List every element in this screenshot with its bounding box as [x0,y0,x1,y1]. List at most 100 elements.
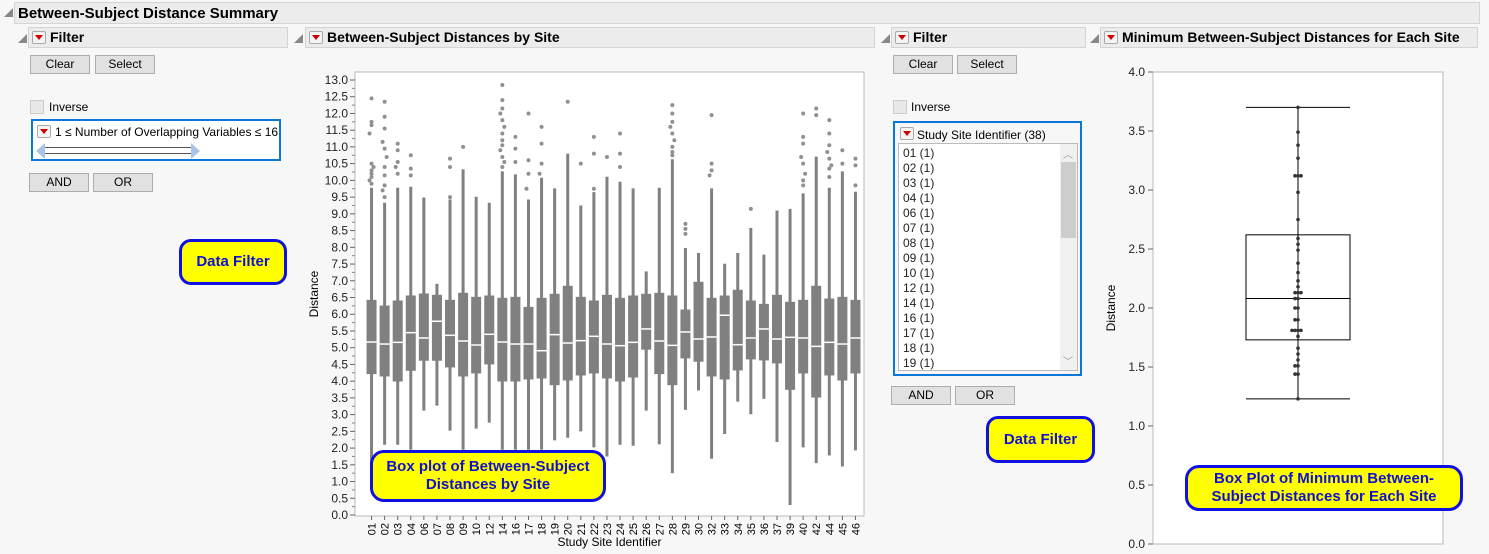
listbox-scrollbar[interactable]: ︿ ﹀ [1060,144,1077,370]
filter-collapse-icon[interactable] [881,34,890,43]
slider-left-handle[interactable] [36,143,45,159]
scroll-down-icon[interactable]: ﹀ [1063,353,1073,368]
data-point [1290,328,1294,333]
outlier-point [604,154,609,159]
select-button[interactable]: Select [95,55,155,74]
red-triangle-menu-icon[interactable] [309,31,323,44]
site-list-item[interactable]: 09 (1) [903,251,1077,266]
or-button[interactable]: OR [93,173,153,192]
site-list-item[interactable]: 04 (1) [903,191,1077,206]
x-tick-label: 04 [406,523,418,535]
site-list-item[interactable]: 12 (1) [903,281,1077,296]
y-tick-label: 2.0 [331,441,348,455]
outlier-point [500,154,505,159]
data-point [1296,270,1300,275]
outlier-point [799,154,804,159]
data-point [1296,236,1300,241]
data-point [1293,372,1297,376]
x-tick-label: 34 [733,523,745,535]
site-list-title: Study Site Identifier (38) [917,128,1046,142]
outline-title: Between-Subject Distance Summary [18,4,279,22]
outline-collapse-icon[interactable] [4,8,13,17]
site-listbox[interactable]: 01 (1) 02 (1) 03 (1) 04 (1) 06 (1) 07 (1) 08 (… [898,143,1078,371]
and-button[interactable]: AND [29,173,89,192]
site-list-item[interactable]: 08 (1) [903,236,1077,251]
outlier-point [709,113,714,118]
x-tick-label: 02 [380,523,392,535]
site-list-item[interactable]: 14 (1) [903,296,1077,311]
range-slider[interactable] [41,147,191,154]
outlier-point [498,148,503,153]
outlier-point [500,98,505,103]
box [824,298,835,376]
data-point [1293,296,1297,301]
left-filter-header[interactable]: Filter [28,27,288,48]
or-button[interactable]: OR [955,386,1015,405]
inverse-checkbox[interactable] [893,100,907,114]
site-list-item[interactable]: 19 (1) [903,356,1077,371]
outlier-point [709,161,714,166]
panel-collapse-icon[interactable] [294,34,303,43]
red-triangle-menu-icon[interactable] [32,31,46,44]
box [510,296,521,382]
site-list-item[interactable]: 01 (1) [903,146,1077,161]
box-plot-header[interactable]: Between-Subject Distances by Site [305,27,875,48]
site-list-item[interactable]: 07 (1) [903,221,1077,236]
min-distance-header[interactable]: Minimum Between-Subject Distances for Ea… [1100,27,1478,48]
outlier-point [827,143,832,148]
box [392,300,403,382]
x-tick-label: 16 [510,523,522,535]
outlier-point [502,124,507,129]
site-list-item[interactable]: 10 (1) [903,266,1077,281]
clear-button[interactable]: Clear [30,55,90,74]
y-tick-label: 7.5 [331,257,348,271]
select-button[interactable]: Select [957,55,1017,74]
red-triangle-menu-icon[interactable] [895,31,909,44]
x-tick-label: 37 [772,523,784,535]
scroll-up-icon[interactable]: ︿ [1063,146,1073,161]
x-tick-label: 18 [537,523,549,535]
site-list-item[interactable]: 16 (1) [903,311,1077,326]
right-filter-header[interactable]: Filter [891,27,1086,48]
min-distance-title: Minimum Between-Subject Distances for Ea… [1122,29,1460,45]
box [366,299,377,375]
x-tick-label: 03 [393,523,405,535]
y-tick-label: 0.5 [1128,478,1145,492]
outlier-point [668,124,673,129]
site-list-item[interactable]: 18 (1) [903,341,1077,356]
box [562,285,573,381]
red-triangle-menu-icon[interactable] [900,127,914,140]
site-list-item[interactable]: 17 (1) [903,326,1077,341]
x-tick-label: 28 [667,523,679,535]
inverse-label: Inverse [49,100,89,114]
site-list-item[interactable]: 06 (1) [903,206,1077,221]
box [693,281,704,362]
outlier-point [448,156,453,161]
site-list-item[interactable]: 03 (1) [903,176,1077,191]
y-axis-title: Distance [307,270,321,317]
clear-button[interactable]: Clear [893,55,953,74]
y-tick-label: 2.5 [331,424,348,438]
inverse-checkbox[interactable] [30,100,44,114]
y-axis-title: Distance [1104,284,1118,331]
scrollbar-thumb[interactable] [1061,162,1076,238]
red-triangle-menu-icon[interactable] [37,125,51,138]
data-point [1293,290,1297,295]
filter-collapse-icon[interactable] [18,34,27,43]
y-tick-label: 1.0 [331,475,348,489]
and-button[interactable]: AND [891,386,951,405]
panel-collapse-icon[interactable] [1090,34,1099,43]
site-list-item[interactable]: 02 (1) [903,161,1077,176]
x-tick-label: 06 [419,523,431,535]
left-filter-title: Filter [50,29,85,45]
red-triangle-menu-icon[interactable] [1104,31,1118,44]
x-tick-label: 24 [615,523,627,535]
outlier-point [801,111,806,116]
outlier-point [618,151,623,156]
outlier-point [578,161,583,166]
outlier-point [683,231,688,236]
outlier-point [408,166,413,171]
outline-header[interactable]: Between-Subject Distance Summary [14,2,1480,24]
y-tick-label: 9.5 [331,190,348,204]
slider-right-handle[interactable] [191,143,200,159]
